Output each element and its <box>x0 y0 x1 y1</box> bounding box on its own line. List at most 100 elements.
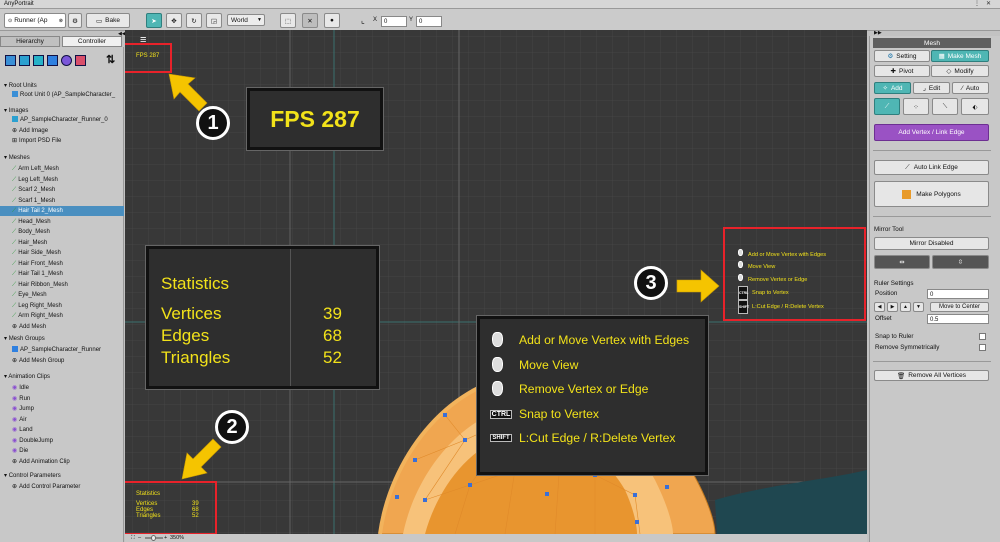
zoom-level: 350% <box>170 535 185 541</box>
list-item[interactable]: ⟋ Scarf 2_Mesh <box>12 185 123 195</box>
mirror-disabled-button[interactable]: Mirror Disabled <box>874 237 989 250</box>
scale-tool-button[interactable]: ◲ <box>206 13 222 28</box>
move-tool-button[interactable]: ✥ <box>166 13 182 28</box>
list-item[interactable]: ⟋ Hair Tail 2_Mesh <box>0 206 124 216</box>
fit-view-icon[interactable]: ⛶ <box>131 535 135 542</box>
move-down-button[interactable]: ▼ <box>913 302 924 312</box>
list-item[interactable]: ⟋ Hair Front_Mesh <box>12 259 123 269</box>
list-item[interactable]: ⟋ Hair Tail 1_Mesh <box>12 269 123 279</box>
zoom-slider-handle[interactable] <box>151 535 156 541</box>
list-item[interactable]: ⟋ Head_Mesh <box>12 217 123 227</box>
move-right-button[interactable]: ▶ <box>887 302 898 312</box>
pivot-button[interactable]: ✚ Pivot <box>874 65 930 77</box>
list-item[interactable]: ⊕ Add Mesh <box>12 322 123 332</box>
space-select[interactable]: World ▼ <box>227 14 265 26</box>
list-item[interactable]: ⟋ Hair Ribbon_Mesh <box>12 280 123 290</box>
list-item[interactable]: ⟋ Body_Mesh <box>12 227 123 237</box>
move-left-button[interactable]: ◀ <box>874 302 885 312</box>
make-polygons-button[interactable]: Make Polygons <box>874 181 989 207</box>
section-root-units[interactable]: ▾ Root Units <box>4 82 37 89</box>
tab-hierarchy[interactable]: Hierarchy <box>0 36 60 47</box>
polygon-tool[interactable]: ⬖ <box>961 98 989 115</box>
section-meshes[interactable]: ▾ Meshes <box>4 154 30 161</box>
offset-field[interactable]: 0.5 <box>927 314 989 324</box>
add-mode-button[interactable]: ✧ Add <box>874 82 911 94</box>
y-field[interactable]: 0 <box>416 16 442 27</box>
bounds-icon: ⬚ <box>284 17 292 25</box>
collapse-right-icon[interactable]: ▶▶ <box>874 30 882 36</box>
list-item[interactable]: ⊕ Add Mesh Group <box>12 356 123 366</box>
modify-button[interactable]: ◇ Modify <box>931 65 989 77</box>
mesh-icon: ⟋ <box>12 292 17 298</box>
mirror-vertical-button[interactable]: ⇳ <box>932 255 989 269</box>
close-icon[interactable]: ✕ <box>986 0 991 7</box>
cross-tool-button[interactable]: ✕ <box>302 13 318 28</box>
list-item[interactable]: ◉ Jump <box>12 404 123 414</box>
list-item[interactable]: AP_SampleCharacter_Runner_0 <box>12 115 123 125</box>
canvas-viewport[interactable]: ≡ FPS 287 Statistics Vertices 39 Edges 68 … <box>125 30 867 534</box>
list-item[interactable]: ⊕ Add Animation Clip <box>12 457 123 467</box>
section-control-parameters[interactable]: ▾ Control Parameters <box>4 472 61 479</box>
bounds-tool-button[interactable]: ⬚ <box>280 13 296 28</box>
list-item[interactable]: ◉ DoubleJump <box>12 436 123 446</box>
clear-icon[interactable]: ⊗ <box>59 18 63 24</box>
auto-mode-button[interactable]: ⁄ Auto <box>952 82 989 94</box>
list-item[interactable]: ◉ Land <box>12 425 123 435</box>
list-item[interactable]: ⟋ Hair_Mesh <box>12 238 123 248</box>
list-item[interactable]: ⟋ Leg Left_Mesh <box>12 175 123 185</box>
vertex-edge-tool[interactable]: ⟋ <box>874 98 900 115</box>
mirror-horizontal-button[interactable]: ⇹ <box>874 255 930 269</box>
list-item[interactable]: ⟋ Scarf 1_Mesh <box>12 196 123 206</box>
remove-all-vertices-button[interactable]: 🗑 Remove All Vertices <box>874 370 989 381</box>
section-animation-clips[interactable]: ▾ Animation Clips <box>4 373 50 380</box>
section-mesh-groups[interactable]: ▾ Mesh Groups <box>4 335 45 342</box>
zoom-in-icon[interactable]: + <box>164 535 167 541</box>
section-images[interactable]: ▾ Images <box>4 107 28 114</box>
gear-icon[interactable]: ⚙ <box>68 13 82 28</box>
setting-button[interactable]: ⚙ Setting <box>874 50 930 62</box>
zoom-out-icon[interactable]: – <box>138 535 141 541</box>
bake-button[interactable]: ▭ Bake <box>86 13 130 28</box>
list-item[interactable]: ⊕ Add Control Parameter <box>12 482 123 492</box>
make-mesh-button[interactable]: ▦ Make Mesh <box>931 50 989 62</box>
list-item[interactable]: ⟋ Arm Left_Mesh <box>12 164 123 174</box>
position-field[interactable]: 0 <box>927 289 989 299</box>
sort-icon[interactable]: ⇅ <box>106 53 115 66</box>
add-vertex-link-edge-button[interactable]: Add Vertex / Link Edge <box>874 124 989 141</box>
list-item[interactable]: ◉ Air <box>12 415 123 425</box>
select-tool-button[interactable]: ➤ <box>146 13 162 28</box>
list-item[interactable]: ◉ Die <box>12 446 123 456</box>
vertex-tool[interactable]: ⁘ <box>903 98 929 115</box>
filter-image-icon[interactable] <box>19 55 30 66</box>
list-item[interactable]: ◉ Run <box>12 394 123 404</box>
filter-meshgroup-icon[interactable] <box>47 55 58 66</box>
filter-mesh-icon[interactable] <box>33 55 44 66</box>
list-item[interactable]: Root Unit 0 (AP_SampleCharacter_ <box>12 90 123 100</box>
auto-link-edge-button[interactable]: ⟋ Auto Link Edge <box>874 160 989 175</box>
list-item[interactable]: ⊞ Import PSD File <box>12 136 123 146</box>
list-item[interactable]: AP_SampleCharacter_Runner <box>12 345 123 355</box>
move-up-button[interactable]: ▲ <box>900 302 911 312</box>
space-select-label: World <box>231 16 248 24</box>
list-item[interactable]: ⟋ Hair Side_Mesh <box>12 248 123 258</box>
list-item[interactable]: ⟋ Eye_Mesh <box>12 290 123 300</box>
edit-mode-button[interactable]: ⌟ Edit <box>913 82 950 94</box>
rotate-tool-button[interactable]: ↻ <box>186 13 202 28</box>
filter-animation-icon[interactable] <box>61 55 72 66</box>
filter-root-icon[interactable] <box>5 55 16 66</box>
remove-symmetrically-label: Remove Symmetrically <box>875 344 940 351</box>
menu-icon[interactable]: ⋮ <box>974 0 980 7</box>
snap-to-ruler-checkbox[interactable] <box>979 333 986 340</box>
move-to-center-button[interactable]: Move to Center <box>930 302 989 312</box>
list-item[interactable]: ⟋ Leg Right_Mesh <box>12 301 123 311</box>
model-select[interactable]: ⊙ Runner (Ap ⊗ <box>4 13 66 28</box>
edge-tool[interactable]: ⟍ <box>932 98 958 115</box>
x-field[interactable]: 0 <box>381 16 407 27</box>
remove-symmetrically-checkbox[interactable] <box>979 344 986 351</box>
list-item[interactable]: ◉ Idle <box>12 383 123 393</box>
tab-controller[interactable]: Controller <box>62 36 122 47</box>
filter-param-icon[interactable] <box>75 55 86 66</box>
list-item[interactable]: ⟋ Arm Right_Mesh <box>12 311 123 321</box>
list-item[interactable]: ⊕ Add Image <box>12 126 123 136</box>
ink-tool-button[interactable]: ● <box>324 13 340 28</box>
